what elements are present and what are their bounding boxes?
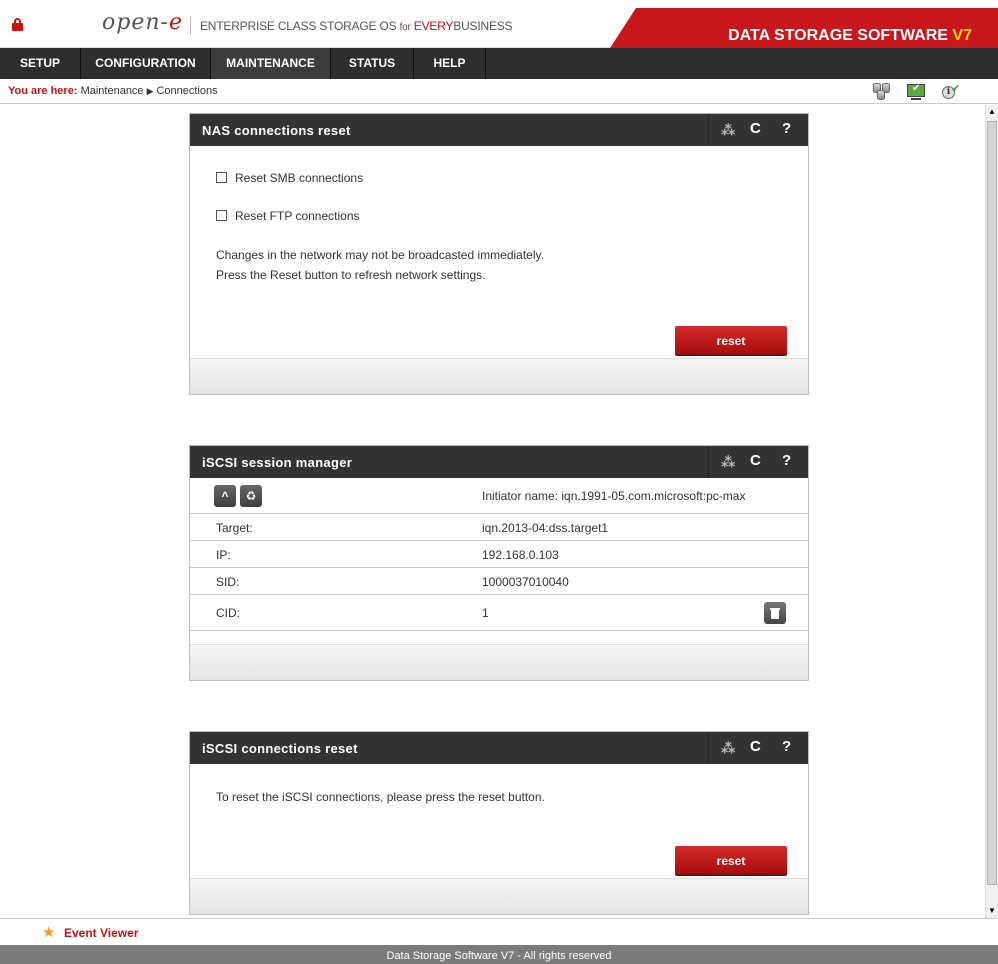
breadcrumb-bar: You are here: Maintenance▶Connections i✔: [0, 79, 998, 104]
row-value: 1: [482, 606, 489, 620]
scroll-up-arrow-icon[interactable]: ▲: [986, 105, 998, 119]
reset-ftp-option[interactable]: Reset FTP connections: [216, 209, 360, 223]
iscsi-session-manager-panel: iSCSI session manager ⁂ C ? ^ ♻ Initiato…: [189, 445, 809, 681]
scroll-down-arrow-icon[interactable]: ▼: [986, 904, 998, 918]
monitor-status-icon[interactable]: [906, 82, 926, 101]
panel-header: iSCSI session manager ⁂ C ?: [190, 446, 808, 478]
panel-footer: [190, 878, 808, 914]
refresh-icon[interactable]: C: [750, 452, 761, 469]
reset-smb-label: Reset SMB connections: [235, 171, 364, 185]
loading-spinner-icon: ⁂: [721, 740, 736, 756]
row-key: SID:: [216, 575, 240, 589]
event-viewer-bar: ★ Event Viewer: [0, 918, 998, 945]
loading-spinner-icon: ⁂: [721, 454, 736, 470]
info-icon[interactable]: i ✔: [940, 82, 960, 101]
event-viewer-link[interactable]: Event Viewer: [64, 926, 138, 940]
breadcrumb: You are here: Maintenance ▶ Connections: [8, 85, 218, 97]
menu-status[interactable]: STATUS: [331, 48, 414, 79]
star-icon: ★: [42, 924, 56, 941]
panel-header: iSCSI connections reset ⁂ C ?: [190, 732, 808, 764]
main-menu: SETUP CONFIGURATION MAINTENANCE STATUS H…: [0, 48, 998, 79]
header-tagline: Enterprise class storage os for Everybus…: [200, 19, 513, 33]
menu-maintenance[interactable]: MAINTENANCE: [211, 48, 331, 79]
app-header: open-e Enterprise class storage os for E…: [0, 0, 998, 48]
iscsi-connections-reset-panel: iSCSI connections reset ⁂ C ? To reset t…: [189, 731, 809, 915]
iscsi-reset-note: To reset the iSCSI connections, please p…: [216, 790, 545, 804]
row-value: 192.168.0.103: [482, 548, 559, 562]
panel-footer: [190, 358, 808, 394]
initiator-name: Initiator name: iqn.1991-05.com.microsof…: [482, 489, 746, 503]
table-row: Target: iqn.2013-04:dss.target1: [190, 514, 808, 541]
panel-header: NAS connections reset ⁂ C ?: [190, 114, 808, 146]
panel-title: iSCSI connections reset: [202, 741, 358, 756]
menu-setup[interactable]: SETUP: [0, 48, 81, 79]
chevron-up-icon[interactable]: ^: [214, 485, 236, 507]
scrollbar-thumb[interactable]: [987, 121, 997, 885]
row-value: 1000037010040: [482, 575, 569, 589]
session-toolbar: ^ ♻ Initiator name: iqn.1991-05.com.micr…: [190, 478, 808, 514]
header-divider: [190, 17, 191, 35]
row-key: Target:: [216, 521, 253, 535]
table-row: SID: 1000037010040: [190, 568, 808, 595]
nas-reset-button[interactable]: reset: [675, 326, 787, 356]
recycle-icon[interactable]: ♻: [240, 485, 262, 507]
panel-footer: [190, 644, 808, 680]
refresh-icon[interactable]: C: [750, 738, 761, 755]
trash-icon[interactable]: [764, 602, 786, 624]
vertical-scrollbar[interactable]: ▲ ▼: [985, 105, 998, 918]
main-content: NAS connections reset ⁂ C ? Reset SMB co…: [0, 105, 998, 918]
page-footer: Data Storage Software V7 - All rights re…: [0, 945, 998, 964]
lock-icon[interactable]: [12, 18, 23, 31]
refresh-icon[interactable]: C: [750, 120, 761, 137]
loading-spinner-icon: ⁂: [721, 122, 736, 138]
nas-note: Changes in the network may not be broadc…: [216, 248, 544, 282]
reset-smb-option[interactable]: Reset SMB connections: [216, 171, 363, 185]
panel-title: iSCSI session manager: [202, 455, 353, 470]
panel-title: NAS connections reset: [202, 123, 351, 138]
breadcrumb-connections: Connections: [156, 85, 218, 97]
reset-ftp-label: Reset FTP connections: [235, 209, 360, 223]
row-key: IP:: [216, 548, 231, 562]
help-icon[interactable]: ?: [782, 452, 791, 469]
panel-header-actions: ⁂ C ?: [708, 446, 808, 478]
panel-header-actions: ⁂ C ?: [708, 114, 808, 146]
breadcrumb-arrow-icon: ▶: [146, 86, 154, 96]
table-row: IP: 192.168.0.103: [190, 541, 808, 568]
nas-connections-reset-panel: NAS connections reset ⁂ C ? Reset SMB co…: [189, 113, 809, 395]
help-icon[interactable]: ?: [782, 120, 791, 137]
breadcrumb-maintenance[interactable]: Maintenance: [81, 85, 144, 97]
brand-banner: DATA STORAGE SOFTWARE V7: [610, 8, 998, 48]
row-key: CID:: [216, 606, 240, 620]
menu-help[interactable]: HELP: [414, 48, 486, 79]
reset-ftp-checkbox[interactable]: [216, 210, 227, 221]
table-row: CID: 1: [190, 595, 808, 631]
reset-smb-checkbox[interactable]: [216, 172, 227, 183]
row-value: iqn.2013-04:dss.target1: [482, 521, 609, 535]
iscsi-reset-button[interactable]: reset: [675, 846, 787, 876]
menu-configuration[interactable]: CONFIGURATION: [81, 48, 211, 79]
database-icon[interactable]: [872, 82, 892, 101]
breadcrumb-prefix: You are here:: [8, 85, 78, 97]
help-icon[interactable]: ?: [782, 738, 791, 755]
open-e-logo: open-e: [102, 10, 183, 35]
product-name: DATA STORAGE SOFTWARE V7: [728, 27, 972, 44]
panel-header-actions: ⁂ C ?: [708, 732, 808, 764]
